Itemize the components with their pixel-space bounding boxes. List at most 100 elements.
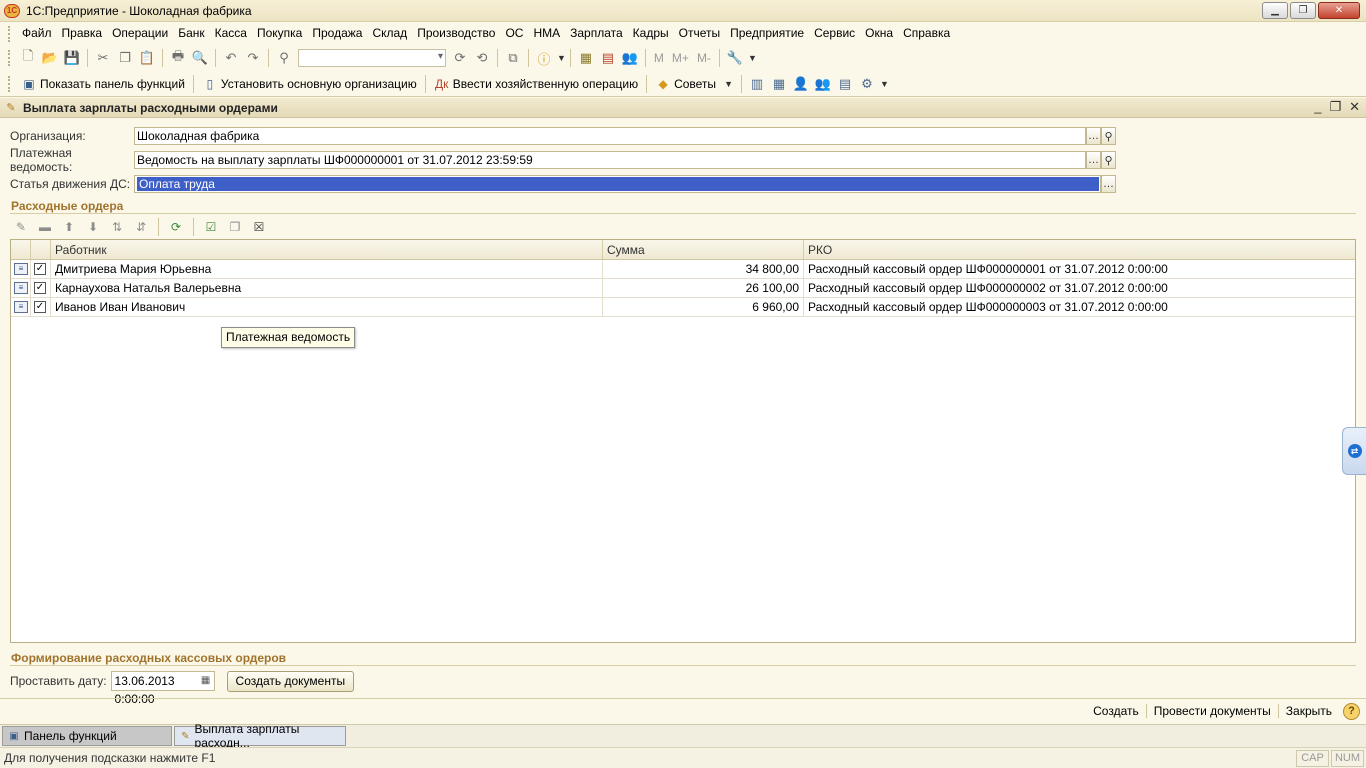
employee-cell[interactable]: Карнаухова Наталья Валерьевна (51, 279, 603, 297)
menu-service[interactable]: Сервис (809, 22, 860, 45)
redo-icon[interactable]: ↷ (243, 48, 263, 68)
info-icon[interactable]: ⓘ (534, 48, 554, 68)
print-preview-icon[interactable]: 🔍 (190, 48, 210, 68)
memory-button[interactable]: M (650, 51, 668, 65)
calendar-icon[interactable]: ▤ (598, 48, 618, 68)
create-button[interactable]: Создать (1086, 704, 1147, 718)
sum-cell[interactable]: 34 800,00 (603, 260, 804, 278)
menu-fixed-assets[interactable]: ОС (500, 22, 528, 45)
doc-minimize-icon[interactable]: _ (1314, 99, 1321, 115)
row-checkbox[interactable]: ✓ (34, 282, 46, 294)
table-row[interactable]: ≡ ✓ Иванов Иван Иванович 6 960,00 Расход… (11, 298, 1355, 317)
copy-icon[interactable]: ❐ (115, 48, 135, 68)
cashflow-field[interactable]: Оплата труда (134, 175, 1101, 193)
menu-intangibles[interactable]: НМА (528, 22, 565, 45)
move-down-icon[interactable]: ⬇ (83, 217, 103, 237)
tab-function-panel[interactable]: ▣ Панель функций (2, 726, 172, 746)
calculator-icon[interactable]: ▦ (576, 48, 596, 68)
close-button[interactable]: Закрыть (1279, 704, 1339, 718)
tips-button[interactable]: ◆ Советы ▼ (651, 73, 737, 95)
check-all-icon[interactable]: ☑ (201, 217, 221, 237)
find-next-icon[interactable]: ⟳ (450, 48, 470, 68)
edit-icon[interactable]: ✎ (11, 217, 31, 237)
calendar-icon[interactable]: ▦ (199, 674, 213, 688)
print-icon[interactable]: 🖶 (168, 48, 188, 68)
organization-select-button[interactable]: … (1086, 127, 1101, 145)
restore-button[interactable]: ❐ (1290, 2, 1316, 19)
show-function-panel-button[interactable]: ▣ Показать панель функций (17, 73, 189, 95)
save-icon[interactable]: 💾 (62, 48, 82, 68)
sum-cell[interactable]: 26 100,00 (603, 279, 804, 297)
create-documents-button[interactable]: Создать документы (226, 670, 355, 692)
menu-hr[interactable]: Кадры (628, 22, 674, 45)
menu-cash[interactable]: Касса (210, 22, 252, 45)
tools-icon[interactable]: 🔧 (725, 48, 745, 68)
header-sum[interactable]: Сумма (603, 240, 804, 259)
chevron-down-icon[interactable]: ▼ (748, 53, 757, 63)
staff-icon[interactable]: 👤 (791, 74, 811, 94)
help-icon[interactable]: ? (1343, 702, 1360, 720)
refresh-icon[interactable]: ⟳ (166, 217, 186, 237)
table-row[interactable]: ≡ ✓ Дмитриева Мария Юрьевна 34 800,00 Ра… (11, 260, 1355, 279)
move-up-icon[interactable]: ⬆ (59, 217, 79, 237)
menu-enterprise[interactable]: Предприятие (725, 22, 809, 45)
rko-cell[interactable]: Расходный кассовый ордер ШФ000000002 от … (804, 279, 1355, 297)
paste-icon[interactable]: 📋 (137, 48, 157, 68)
doc-restore-icon[interactable]: ❐ (1329, 99, 1341, 115)
menu-production[interactable]: Производство (412, 22, 500, 45)
cashflow-select-button[interactable]: … (1101, 175, 1116, 193)
copy-rows-icon[interactable]: ❐ (225, 217, 245, 237)
set-main-org-button[interactable]: ▯ Установить основную организацию (198, 73, 421, 95)
sort-asc-icon[interactable]: ⇅ (107, 217, 127, 237)
enter-operation-button[interactable]: Дк Ввести хозяйственную операцию (430, 73, 642, 95)
table-row[interactable]: ≡ ✓ Карнаухова Наталья Валерьевна 26 100… (11, 279, 1355, 298)
new-document-icon[interactable]: 🗋 (18, 48, 38, 68)
search-combo[interactable] (298, 49, 446, 67)
menu-purchase[interactable]: Покупка (252, 22, 307, 45)
menu-file[interactable]: Файл (17, 22, 57, 45)
undo-icon[interactable]: ↶ (221, 48, 241, 68)
menu-sales[interactable]: Продажа (307, 22, 367, 45)
chevron-down-icon[interactable]: ▼ (880, 79, 889, 89)
menu-windows[interactable]: Окна (860, 22, 898, 45)
settings-report-icon[interactable]: ⚙ (857, 74, 877, 94)
save-row-icon[interactable]: ▬ (35, 217, 55, 237)
memory-plus-button[interactable]: M+ (668, 51, 693, 65)
statement-field[interactable]: Ведомость на выплату зарплаты ШФ00000000… (134, 151, 1086, 169)
toggle-checks-icon[interactable]: ☒ (249, 217, 269, 237)
menu-edit[interactable]: Правка (57, 22, 108, 45)
cut-icon[interactable]: ✂ (93, 48, 113, 68)
report-table-icon[interactable]: ▦ (769, 74, 789, 94)
sort-desc-icon[interactable]: ⇵ (131, 217, 151, 237)
document-journal-icon[interactable]: ▤ (835, 74, 855, 94)
minimize-button[interactable]: ▁ (1262, 2, 1288, 19)
tab-salary-payout[interactable]: ✎ Выплата зарплаты расходн... (174, 722, 346, 750)
header-employee[interactable]: Работник (51, 240, 603, 259)
menu-help[interactable]: Справка (898, 22, 955, 45)
row-checkbox[interactable]: ✓ (34, 301, 46, 313)
statement-select-button[interactable]: … (1086, 151, 1101, 169)
menu-warehouse[interactable]: Склад (367, 22, 412, 45)
teamviewer-widget[interactable]: ⇄ (1342, 427, 1366, 475)
open-folder-icon[interactable]: 📂 (40, 48, 60, 68)
chevron-down-icon[interactable]: ▼ (557, 53, 566, 63)
menu-salary[interactable]: Зарплата (565, 22, 628, 45)
post-documents-button[interactable]: Провести документы (1147, 704, 1279, 718)
staff-list-icon[interactable]: 👥 (813, 74, 833, 94)
close-window-button[interactable]: ✕ (1318, 2, 1360, 19)
memory-minus-button[interactable]: M- (693, 51, 715, 65)
menu-operations[interactable]: Операции (107, 22, 173, 45)
report-icon[interactable]: ▥ (747, 74, 767, 94)
rko-cell[interactable]: Расходный кассовый ордер ШФ000000003 от … (804, 298, 1355, 316)
rko-cell[interactable]: Расходный кассовый ордер ШФ000000001 от … (804, 260, 1355, 278)
sum-cell[interactable]: 6 960,00 (603, 298, 804, 316)
row-checkbox[interactable]: ✓ (34, 263, 46, 275)
users-icon[interactable]: 👥 (620, 48, 640, 68)
windows-icon[interactable]: ⧉ (503, 48, 523, 68)
doc-close-icon[interactable]: ✕ (1349, 99, 1360, 115)
organization-open-icon[interactable]: ⚲ (1101, 127, 1116, 145)
date-input[interactable]: 13.06.2013 0:00:00 ▦ (110, 671, 215, 706)
organization-field[interactable]: Шоколадная фабрика (134, 127, 1086, 145)
statement-open-icon[interactable]: ⚲ (1101, 151, 1116, 169)
find-prev-icon[interactable]: ⟲ (472, 48, 492, 68)
